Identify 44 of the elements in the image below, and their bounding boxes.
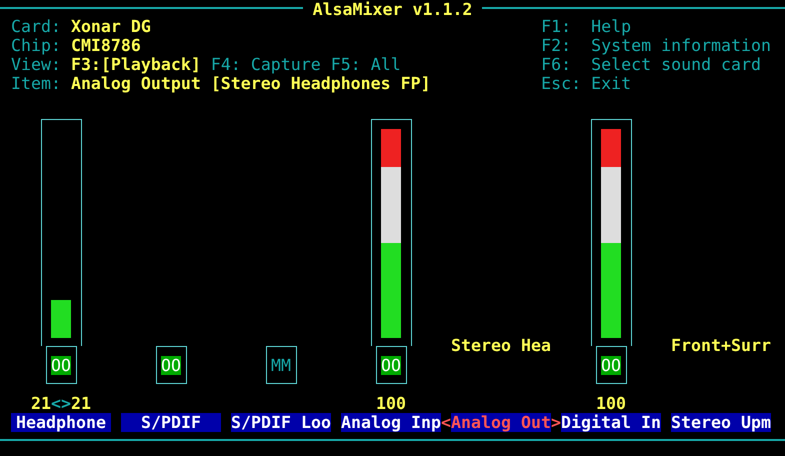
enum-value[interactable]: Stereo Hea bbox=[451, 336, 551, 355]
window-title: AlsaMixer v1.1.2 bbox=[312, 0, 474, 19]
item-value: Analog Output [Stereo Headphones FP] bbox=[70, 74, 431, 93]
help-key: F2: bbox=[541, 36, 592, 55]
channel-label[interactable]: Digital In bbox=[561, 413, 661, 432]
channel-label[interactable]: S/PDIF bbox=[121, 413, 221, 432]
selection-mark: < bbox=[441, 413, 451, 432]
info-label: Chip: bbox=[11, 36, 61, 55]
mute-switch: OO bbox=[601, 356, 621, 374]
channel-label[interactable]: Headphone bbox=[11, 413, 111, 432]
channel-label[interactable]: Analog Inp bbox=[341, 413, 441, 432]
mute-switch: MM bbox=[271, 356, 291, 374]
view-option[interactable]: F3:[Playback] bbox=[70, 55, 201, 74]
help-action: Exit bbox=[591, 74, 632, 93]
info-label: Card: bbox=[11, 17, 61, 36]
volume-value: 21 bbox=[31, 394, 51, 413]
channel-label[interactable]: S/PDIF Loo bbox=[231, 413, 331, 432]
view-label: View: bbox=[11, 55, 61, 74]
help-action: Help bbox=[591, 17, 632, 36]
help-key: F6: bbox=[541, 55, 592, 74]
mute-switch-box[interactable]: MM bbox=[266, 346, 296, 384]
mute-switch: OO bbox=[51, 356, 71, 374]
mute-switch: OO bbox=[381, 356, 401, 374]
help-key: F1: bbox=[541, 17, 592, 36]
item-label: Item: bbox=[11, 74, 61, 93]
channel-label[interactable]: Analog Out bbox=[451, 413, 551, 432]
help-action: System information bbox=[591, 36, 771, 55]
balance-mark: <> bbox=[51, 394, 71, 413]
mute-switch: OO bbox=[161, 356, 181, 374]
selection-mark: > bbox=[551, 413, 561, 432]
help-action: Select sound card bbox=[591, 55, 762, 74]
volume-value: 21 bbox=[70, 394, 91, 413]
volume-value: 100 bbox=[596, 394, 626, 413]
volume-meter[interactable] bbox=[40, 119, 82, 346]
volume-meter[interactable] bbox=[370, 119, 412, 346]
volume-value: 100 bbox=[376, 394, 406, 413]
info-value: CMI8786 bbox=[70, 36, 141, 55]
channel-label[interactable]: Stereo Upm bbox=[671, 413, 771, 432]
view-option[interactable]: F5: All bbox=[330, 55, 401, 74]
help-key: Esc: bbox=[541, 74, 592, 93]
volume-meter[interactable] bbox=[590, 119, 632, 346]
enum-value[interactable]: Front+Surr bbox=[671, 336, 771, 355]
info-value: Xonar DG bbox=[70, 17, 151, 36]
view-option[interactable]: F4: Capture bbox=[210, 55, 321, 74]
